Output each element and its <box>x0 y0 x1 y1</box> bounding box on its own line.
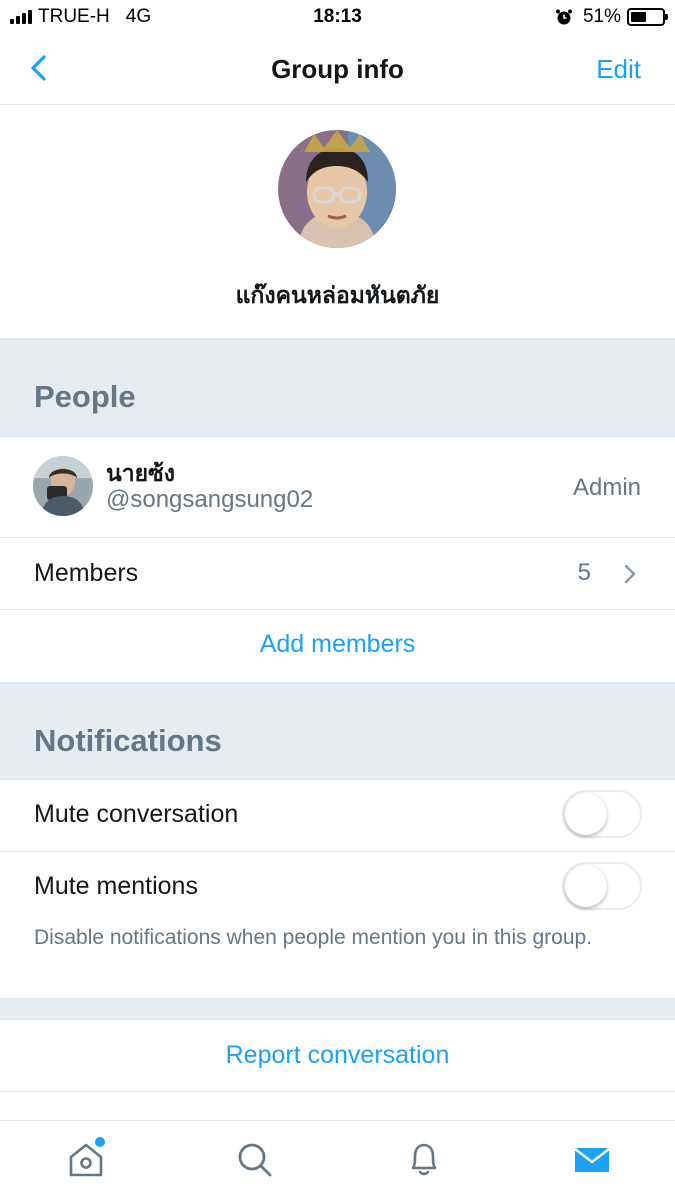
leave-conversation-cut-off[interactable] <box>0 1110 675 1120</box>
mute-conversation-toggle[interactable] <box>562 790 642 838</box>
report-conversation-button[interactable]: Report conversation <box>0 1041 675 1070</box>
mute-mentions-toggle[interactable] <box>562 862 642 910</box>
admin-role-label: Admin <box>572 474 641 501</box>
divider <box>0 609 675 610</box>
alarm-clock-icon <box>555 9 572 25</box>
toggle-knob <box>565 865 607 907</box>
battery-icon <box>627 8 668 26</box>
mute-conversation-label: Mute conversation <box>34 800 239 828</box>
people-section-title: People <box>34 379 136 414</box>
tab-notifications[interactable] <box>402 1137 446 1181</box>
battery-percent: 51% <box>582 6 621 27</box>
notifications-section-title: Notifications <box>34 723 222 758</box>
notification-dot <box>93 1135 107 1149</box>
divider <box>0 537 675 538</box>
members-label[interactable]: Members <box>34 559 138 588</box>
mute-mentions-label: Mute mentions <box>34 872 198 900</box>
section-spacer <box>0 998 675 1020</box>
tab-messages[interactable] <box>570 1137 614 1181</box>
people-section-header: People <box>0 338 675 437</box>
group-name: แก๊งคนหล่อมหันตภัย <box>235 282 440 308</box>
page-title: Group info <box>271 54 404 84</box>
chevron-right-icon[interactable] <box>623 563 637 585</box>
add-members-button[interactable]: Add members <box>0 630 675 659</box>
bell-icon <box>411 1143 437 1176</box>
tab-bar <box>0 1120 675 1201</box>
divider <box>0 851 675 852</box>
admin-handle: @songsangsung02 <box>106 486 314 513</box>
group-avatar[interactable] <box>278 130 396 248</box>
tab-search[interactable] <box>232 1137 276 1181</box>
status-bar: TRUE-H 4G 18:13 51% <box>0 0 675 34</box>
mail-icon <box>574 1148 610 1172</box>
members-count: 5 <box>577 559 591 586</box>
status-right: 51% <box>555 6 668 28</box>
toggle-knob <box>565 793 607 835</box>
admin-avatar[interactable] <box>33 456 93 516</box>
mute-mentions-hint: Disable notifications when people mentio… <box>34 926 593 949</box>
navigation-bar: Group info Edit <box>0 34 675 105</box>
notifications-section-header: Notifications <box>0 682 675 780</box>
divider <box>0 1091 675 1092</box>
search-icon <box>238 1143 272 1177</box>
edit-button[interactable]: Edit <box>596 54 641 85</box>
